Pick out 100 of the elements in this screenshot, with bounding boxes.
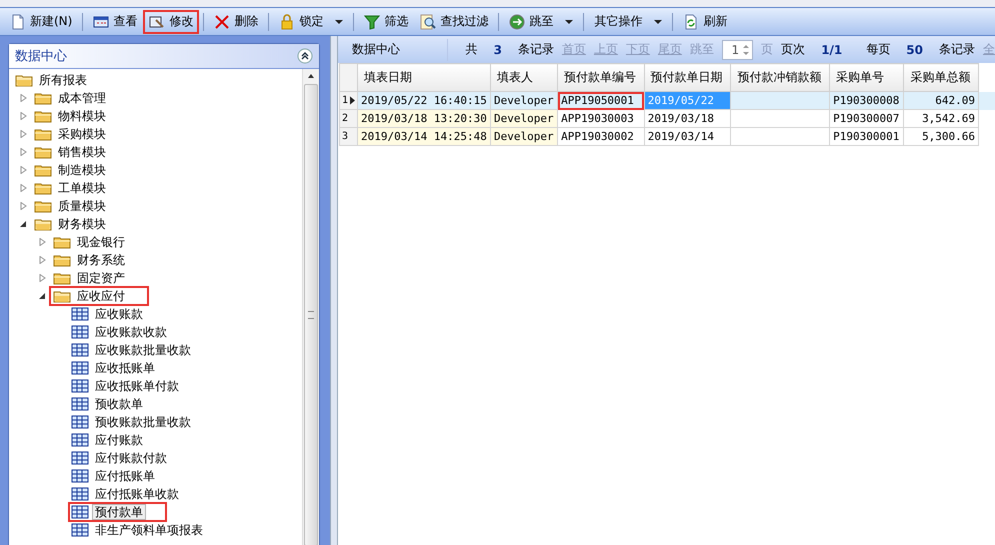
expand-icon[interactable] — [19, 112, 27, 120]
tree-row[interactable]: 应收账款收款 — [69, 323, 190, 341]
tree-item[interactable]: 质量模块 — [55, 198, 109, 214]
tree-item[interactable]: 现金银行 — [74, 234, 128, 250]
tree-item[interactable]: 预收款单 — [92, 396, 146, 412]
tree-item[interactable]: 财务模块 — [55, 216, 109, 232]
tree-item[interactable]: 成本管理 — [55, 90, 109, 106]
tree-item[interactable]: 应付抵账单 — [92, 468, 158, 484]
expand-icon[interactable] — [19, 184, 27, 192]
scrollbar[interactable] — [302, 69, 319, 545]
tree-item[interactable]: 非生产领料单项报表 — [92, 522, 206, 538]
page-field[interactable]: 1 — [722, 40, 754, 60]
toolbar-button[interactable]: 其它操作 — [588, 10, 668, 34]
tree-row[interactable]: 采购模块 — [31, 125, 129, 143]
column-header[interactable]: 采购单总额 — [904, 64, 979, 92]
expand-icon[interactable] — [38, 274, 46, 282]
tree-row[interactable]: 非生产领料单项报表 — [69, 521, 226, 539]
tree-row[interactable]: 应收抵账单付款 — [69, 377, 202, 395]
toolbar-button[interactable]: 修改 — [143, 10, 200, 34]
column-header[interactable]: 预付款单日期 — [644, 64, 731, 92]
tree-item[interactable]: 应收应付 — [74, 288, 128, 304]
table-row[interactable]: 1 2019/05/22 16:40:15 Developer APP19050001 2019/05/22 P190300008 642.09 — [340, 92, 994, 110]
tree-item[interactable]: 销售模块 — [55, 144, 109, 160]
splitter[interactable] — [330, 36, 338, 545]
column-header[interactable]: 预付款单编号 — [558, 64, 644, 92]
tree-row[interactable]: 应收抵账单 — [69, 359, 178, 377]
tree-row[interactable]: 预收款单 — [69, 395, 166, 413]
tree-item[interactable]: 应收账款 — [92, 306, 146, 322]
tree-item[interactable]: 制造模块 — [55, 162, 109, 178]
tree-item[interactable]: 物料模块 — [55, 108, 109, 124]
tree-row[interactable]: 财务系统 — [50, 251, 148, 269]
tree-item[interactable]: 财务系统 — [74, 252, 128, 268]
tree-row[interactable]: 固定资产 — [50, 269, 148, 287]
expanded-icon[interactable] — [19, 220, 27, 228]
funnel-icon — [364, 14, 380, 30]
tree-row[interactable]: 预付款单 — [69, 503, 166, 521]
tree-row[interactable]: 应付账款付款 — [69, 449, 190, 467]
tree-item[interactable]: 固定资产 — [74, 270, 128, 286]
expand-icon[interactable] — [38, 256, 46, 264]
column-header[interactable]: 预付款冲销款额 — [730, 64, 830, 92]
tree-row[interactable]: 工单模块 — [31, 179, 129, 197]
toolbar-button[interactable]: 新建(N) — [4, 10, 78, 34]
collapse-icon[interactable] — [297, 48, 313, 64]
tree-row[interactable]: 现金银行 — [50, 233, 148, 251]
scroll-up-icon[interactable] — [307, 72, 315, 80]
tree-item[interactable]: 应收账款收款 — [92, 324, 170, 340]
toolbar-button[interactable]: 查看 — [87, 10, 144, 34]
table-cell: 2019/05/22 — [644, 92, 731, 110]
tree-row[interactable]: 预收账款批量收款 — [69, 413, 214, 431]
table-icon — [71, 469, 89, 483]
column-header[interactable]: 填表日期 — [358, 64, 491, 92]
tree-row[interactable]: 应收应付 — [50, 287, 148, 305]
expand-icon[interactable] — [19, 148, 27, 156]
column-header[interactable]: 填表人 — [490, 64, 558, 92]
tree-row[interactable]: 应付账款 — [69, 431, 166, 449]
table-row[interactable]: 3 2019/03/14 14:25:48 Developer APP19030002 2019/03/14 P190300001 5,300.66 — [340, 128, 994, 146]
toolbar-button[interactable]: 删除 — [208, 10, 264, 34]
tree-item[interactable]: 工单模块 — [55, 180, 109, 196]
tree-row[interactable]: 销售模块 — [31, 143, 129, 161]
tree-item[interactable]: 应付账款 — [92, 432, 146, 448]
folder-icon — [34, 181, 52, 195]
tree-row[interactable]: 质量模块 — [31, 197, 129, 215]
caret-icon[interactable] — [654, 20, 662, 24]
scroll-thumb[interactable] — [304, 84, 318, 545]
tree-item[interactable]: 所有报表 — [36, 72, 90, 88]
tree-row[interactable]: 应收账款批量收款 — [69, 341, 214, 359]
tree-item[interactable]: 应付抵账单收款 — [92, 486, 182, 502]
tree-item[interactable]: 应收抵账单 — [92, 360, 158, 376]
tree-item[interactable]: 应收账款批量收款 — [92, 342, 194, 358]
tree-row[interactable]: 财务模块 — [31, 215, 129, 233]
toolbar-button[interactable]: 筛选 — [358, 10, 414, 34]
page-count: 1/1 — [820, 42, 844, 56]
folder-icon — [53, 235, 71, 249]
tree-item[interactable]: 采购模块 — [55, 126, 109, 142]
toolbar-button[interactable]: 查找过滤 — [414, 10, 494, 34]
expand-icon[interactable] — [19, 130, 27, 138]
column-header[interactable]: 采购单号 — [830, 64, 904, 92]
expand-icon[interactable] — [19, 202, 27, 210]
caret-icon[interactable] — [565, 20, 574, 24]
tree-item[interactable]: 应付账款付款 — [92, 450, 170, 466]
tree-row[interactable]: 应付抵账单 — [69, 467, 178, 485]
toolbar-button[interactable]: 跳至 — [503, 10, 580, 34]
tree-item[interactable]: 应收抵账单付款 — [92, 378, 182, 394]
table-row[interactable]: 2 2019/03/18 13:20:30 Developer APP19030003 2019/03/18 P190300007 3,542.69 — [340, 110, 994, 128]
expand-icon[interactable] — [38, 238, 46, 246]
tree-row[interactable]: 成本管理 — [31, 89, 129, 107]
expand-icon[interactable] — [19, 166, 27, 174]
tree-row[interactable]: 所有报表 — [12, 71, 110, 89]
toolbar-button[interactable]: 锁定 — [273, 10, 350, 34]
tree-row[interactable]: 物料模块 — [31, 107, 129, 125]
expand-icon[interactable] — [19, 94, 27, 102]
total-label: 条记录 — [518, 41, 554, 58]
toolbar-button[interactable]: 刷新 — [677, 10, 734, 34]
tree-row[interactable]: 应收账款 — [69, 305, 166, 323]
expanded-icon[interactable] — [38, 292, 46, 300]
tree-item[interactable]: 预付款单 — [92, 504, 146, 520]
tree-row[interactable]: 制造模块 — [31, 161, 129, 179]
tree-row[interactable]: 应付抵账单收款 — [69, 485, 202, 503]
tree-item[interactable]: 预收账款批量收款 — [92, 414, 194, 430]
caret-icon[interactable] — [335, 20, 344, 24]
